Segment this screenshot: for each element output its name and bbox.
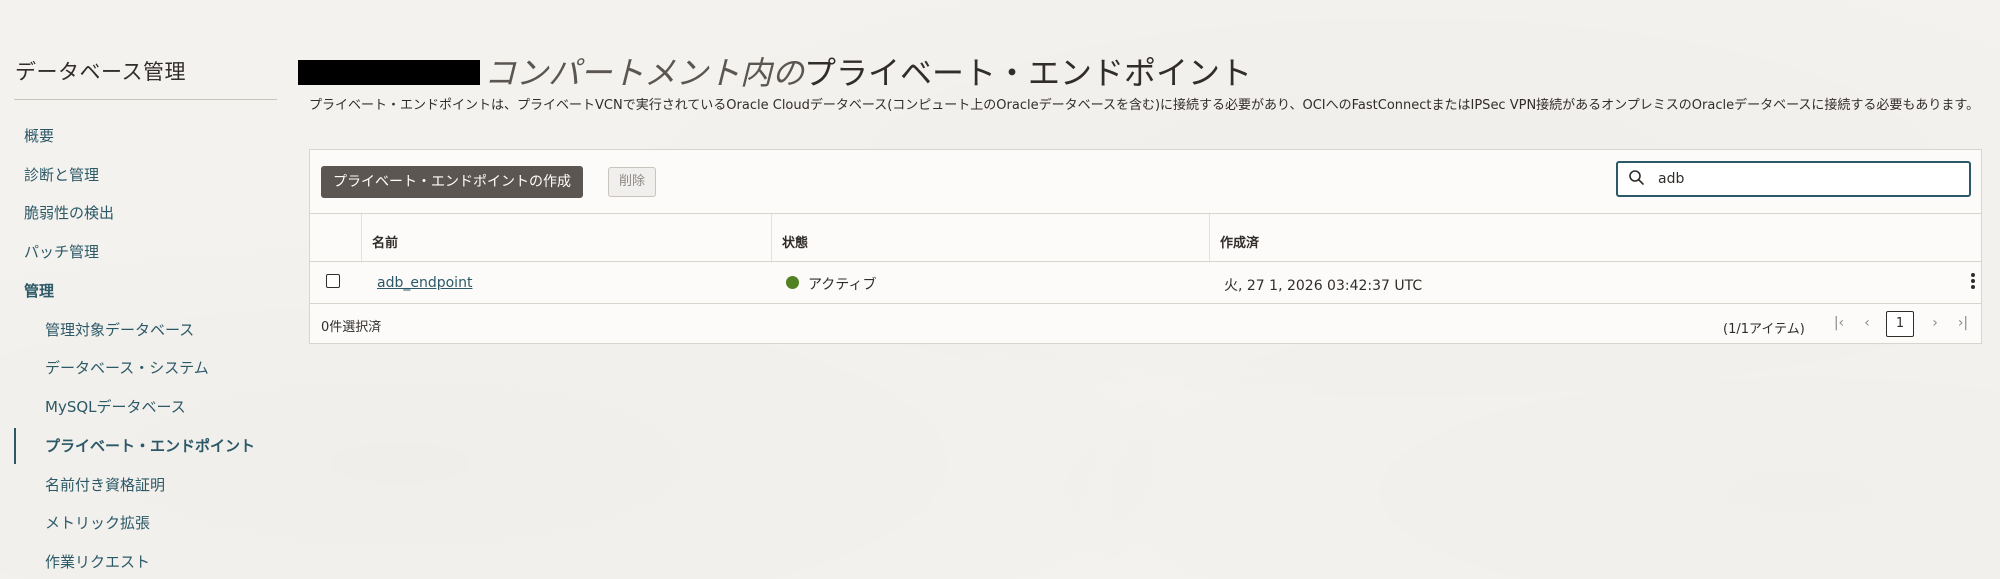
selected-count: 0件選択済 xyxy=(321,320,382,335)
sidebar-item-diagnostics[interactable]: 診断と管理 xyxy=(24,164,99,185)
column-separator xyxy=(361,214,362,263)
status-active-icon xyxy=(786,276,799,289)
sidebar-item-database-systems[interactable]: データベース・システム xyxy=(45,357,209,378)
row-checkbox[interactable] xyxy=(326,274,340,288)
column-header-status[interactable]: 状態 xyxy=(782,232,808,251)
sidebar-item-patch[interactable]: パッチ管理 xyxy=(24,241,99,262)
column-header-created[interactable]: 作成済 xyxy=(1220,232,1259,251)
endpoint-name-link[interactable]: adb_endpoint xyxy=(377,275,472,291)
sidebar-item-named-credentials[interactable]: 名前付き資格証明 xyxy=(45,474,165,495)
page: データベース管理 概要 診断と管理 脆弱性の検出 パッチ管理 管理 管理対象デー… xyxy=(0,0,2000,579)
endpoints-panel: プライベート・エンドポイントの作成 削除 名前 状態 作成済 xyxy=(309,149,1982,344)
search-icon xyxy=(1629,170,1644,185)
page-description: プライベート・エンドポイントは、プライベートVCNで実行されているOracle … xyxy=(309,98,1980,113)
first-page-icon[interactable]: |‹ xyxy=(1830,314,1848,332)
sidebar-item-overview[interactable]: 概要 xyxy=(24,125,54,146)
endpoints-table: 名前 状態 作成済 adb_endpoint アクティブ 火, 27 1, 20… xyxy=(310,213,1981,342)
sidebar-item-mysql[interactable]: MySQLデータベース xyxy=(45,396,186,417)
previous-page-icon[interactable]: ‹ xyxy=(1858,314,1876,332)
toolbar: プライベート・エンドポイントの作成 削除 xyxy=(310,150,1981,213)
item-count: (1/1アイテム) xyxy=(1723,322,1805,337)
page-title-compartment: コンパートメント内の xyxy=(484,54,805,92)
redacted-compartment-name xyxy=(298,60,480,85)
column-separator xyxy=(771,214,772,263)
sidebar-item-vulnerability[interactable]: 脆弱性の検出 xyxy=(24,202,114,223)
table-row: adb_endpoint アクティブ 火, 27 1, 2026 03:42:3… xyxy=(310,262,1981,304)
column-separator xyxy=(1209,214,1210,263)
status-text: アクティブ xyxy=(808,277,877,293)
delete-button[interactable]: 削除 xyxy=(608,167,657,197)
sidebar-item-private-endpoints[interactable]: プライベート・エンドポイント xyxy=(45,435,255,456)
next-page-icon[interactable]: › xyxy=(1926,314,1944,332)
sidebar-item-managed-databases[interactable]: 管理対象データベース xyxy=(45,319,194,340)
search-input[interactable] xyxy=(1658,168,1958,190)
sidebar-title: データベース管理 xyxy=(15,60,186,84)
sidebar-item-metric-extensions[interactable]: メトリック拡張 xyxy=(45,512,150,533)
current-page[interactable]: 1 xyxy=(1886,311,1914,337)
sidebar-item-work-requests[interactable]: 作業リクエスト xyxy=(45,551,150,572)
create-private-endpoint-button[interactable]: プライベート・エンドポイントの作成 xyxy=(321,166,583,198)
active-indicator xyxy=(14,428,16,464)
sidebar-section-administration[interactable]: 管理 xyxy=(24,280,54,301)
search-box[interactable] xyxy=(1616,161,1971,197)
kebab-menu-icon[interactable] xyxy=(1969,271,1977,293)
created-date: 火, 27 1, 2026 03:42:37 UTC xyxy=(1224,278,1423,294)
page-title: コンパートメント内のプライベート・エンドポイント xyxy=(484,48,1252,94)
table-footer: 0件選択済 (1/1アイテム) |‹ ‹ 1 › ›| xyxy=(310,304,1981,342)
sidebar: データベース管理 概要 診断と管理 脆弱性の検出 パッチ管理 管理 管理対象デー… xyxy=(0,0,290,579)
sidebar-divider xyxy=(14,99,277,100)
page-title-main: プライベート・エンドポイント xyxy=(804,54,1253,92)
last-page-icon[interactable]: ›| xyxy=(1954,314,1972,332)
column-header-name[interactable]: 名前 xyxy=(372,232,398,251)
table-header: 名前 状態 作成済 xyxy=(310,213,1981,263)
